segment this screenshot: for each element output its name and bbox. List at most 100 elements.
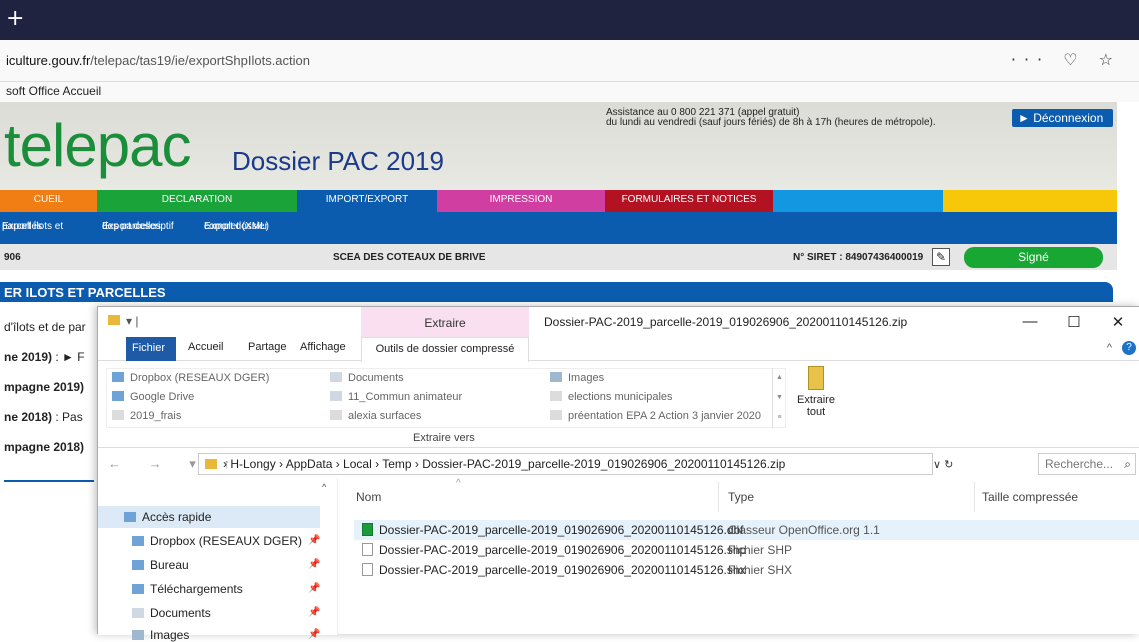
dossier-title: Dossier PAC 2019 bbox=[232, 146, 444, 176]
desktop-icon bbox=[132, 560, 144, 570]
nav-acces-rapide[interactable]: Accès rapide bbox=[124, 510, 211, 524]
page-line-3: mpagne 2019) bbox=[4, 380, 85, 394]
menu-item-1[interactable]: DECLARATION bbox=[97, 190, 297, 212]
new-tab-button[interactable]: + bbox=[6, 6, 24, 31]
address-bar[interactable]: › H-Longy › AppData › Local › Temp › Dos… bbox=[198, 453, 933, 475]
nav-documents[interactable]: Documents 📌 bbox=[132, 606, 320, 620]
extract-context-tab[interactable]: Extraire bbox=[361, 307, 529, 337]
documents-icon bbox=[132, 608, 144, 618]
page-line-2[interactable]: ne 2019) : ► F bbox=[4, 350, 85, 364]
dropbox-icon bbox=[112, 372, 124, 382]
gallery-scrollbar[interactable]: ▲ ▼ ≡ bbox=[772, 368, 786, 428]
file-row-dbf[interactable]: Dossier-PAC-2019_parcelle-2019_019026906… bbox=[354, 520, 1139, 540]
dest-google-drive[interactable]: Google Drive bbox=[112, 391, 194, 403]
dossier-info-bar: 906 SCEA DES COTEAUX DE BRIVE N° SIRET :… bbox=[0, 244, 1117, 270]
url-host: iculture.gouv.fr bbox=[6, 53, 91, 68]
documents-icon bbox=[330, 372, 342, 382]
folder-icon bbox=[330, 410, 342, 420]
column-separator[interactable] bbox=[974, 482, 975, 512]
dest-commun-animateur[interactable]: 11_Commun animateur bbox=[330, 391, 462, 403]
pin-icon: 📌 bbox=[308, 629, 321, 640]
tab-fichier[interactable]: Fichier bbox=[126, 337, 176, 361]
url-text[interactable]: iculture.gouv.fr/telepac/tas19/ie/export… bbox=[6, 53, 310, 68]
menu-item-5[interactable] bbox=[773, 190, 943, 212]
help-icon[interactable]: ? bbox=[1122, 341, 1136, 355]
nav-telechargements[interactable]: Téléchargements 📌 bbox=[132, 582, 320, 596]
page-line-1: d'îlots et de par bbox=[4, 320, 86, 334]
header-banner: telepac Dossier PAC 2019 Assistance au 0… bbox=[0, 102, 1117, 190]
sort-ascending-icon: ^ bbox=[456, 478, 461, 489]
tab-partage[interactable]: Partage bbox=[248, 341, 287, 353]
bookmark-office-accueil[interactable]: soft Office Accueil bbox=[6, 84, 101, 98]
extract-all-button[interactable]: Extraire tout bbox=[788, 364, 844, 430]
nav-bureau[interactable]: Bureau 📌 bbox=[132, 558, 320, 572]
search-input[interactable]: Recherche... ⌕ bbox=[1038, 453, 1136, 475]
url-path: /telepac/tas19/ie/exportShpIlots.action bbox=[90, 53, 310, 68]
images-icon bbox=[132, 630, 144, 640]
tab-accueil[interactable]: Accueil bbox=[188, 341, 223, 353]
dropbox-icon bbox=[132, 536, 144, 546]
nav-images[interactable]: Images 📌 bbox=[132, 628, 320, 642]
ribbon-panel: Dropbox (RESEAUX DGER) Google Drive 2019… bbox=[98, 362, 1139, 448]
menu-item-3[interactable]: IMPRESSION bbox=[437, 190, 605, 212]
pin-icon: 📌 bbox=[308, 559, 321, 570]
file-list: ^ Nom Type Taille compressée Dossier-PAC… bbox=[346, 478, 1139, 635]
dest-documents[interactable]: Documents bbox=[330, 372, 404, 384]
column-separator[interactable] bbox=[718, 482, 719, 512]
ribbon-tabs: Fichier Accueil Partage Affichage Outils… bbox=[98, 337, 1139, 362]
star-icon bbox=[124, 512, 136, 522]
column-header-name[interactable]: Nom bbox=[356, 490, 381, 504]
window-title: Dossier-PAC-2019_parcelle-2019_019026906… bbox=[544, 315, 908, 329]
logout-button[interactable]: ► Déconnexion bbox=[1012, 109, 1113, 127]
minimize-button[interactable]: — bbox=[1008, 307, 1052, 337]
close-button[interactable]: ✕ bbox=[1096, 307, 1139, 337]
tab-outils-dossier-compresse[interactable]: Outils de dossier compressé bbox=[361, 337, 529, 362]
dest-images[interactable]: Images bbox=[550, 372, 604, 384]
dest-2019-frais[interactable]: 2019_frais bbox=[112, 410, 181, 422]
download-icon bbox=[132, 584, 144, 594]
menu-item-6[interactable] bbox=[943, 190, 1117, 212]
company-name: SCEA DES COTEAUX DE BRIVE bbox=[333, 252, 486, 263]
collapse-ribbon-icon[interactable]: ^ bbox=[1107, 342, 1112, 354]
nav-dropbox[interactable]: Dropbox (RESEAUX DGER) 📌 bbox=[132, 534, 320, 548]
siret-number: N° SIRET : 84907436400019 bbox=[793, 252, 924, 263]
quick-access-toolbar[interactable]: ▾ | bbox=[108, 314, 138, 328]
browser-url-bar[interactable]: iculture.gouv.fr/telepac/tas19/ie/export… bbox=[0, 40, 1139, 82]
file-name: Dossier-PAC-2019_parcelle-2019_019026906… bbox=[362, 543, 746, 557]
folder-icon bbox=[330, 391, 342, 401]
file-row-shx[interactable]: Dossier-PAC-2019_parcelle-2019_019026906… bbox=[354, 560, 1139, 580]
tab-affichage[interactable]: Affichage bbox=[300, 341, 346, 353]
explorer-title-bar[interactable]: ▾ | Extraire Dossier-PAC-2019_parcelle-2… bbox=[98, 307, 1139, 337]
sub-menu: Export îlots et parcelles Export descript… bbox=[0, 212, 1117, 244]
pin-icon: 📌 bbox=[308, 607, 321, 618]
column-header-size[interactable]: Taille compressée bbox=[982, 490, 1078, 504]
page-line-4: ne 2018) : Pas bbox=[4, 410, 83, 424]
file-name: Dossier-PAC-2019_parcelle-2019_019026906… bbox=[362, 563, 746, 577]
menu-item-2[interactable]: IMPORT/EXPORT bbox=[297, 190, 437, 212]
dest-dropbox[interactable]: Dropbox (RESEAUX DGER) bbox=[112, 372, 269, 384]
dest-alexia-surfaces[interactable]: alexia surfaces bbox=[330, 410, 421, 422]
nav-scroll-up-icon[interactable]: ^ bbox=[322, 482, 334, 492]
file-type: Fichier SHP bbox=[728, 543, 793, 557]
address-dropdown-icon[interactable]: ∨ ↻ bbox=[933, 458, 953, 471]
main-menu: CUEIL DECLARATION IMPORT/EXPORT IMPRESSION F… bbox=[0, 190, 1117, 212]
zip-icon bbox=[808, 366, 824, 390]
browser-toolbar-icons[interactable]: ··· ♡ ☆ bbox=[1011, 50, 1121, 69]
edit-icon[interactable]: ✎ bbox=[932, 248, 950, 266]
folder-icon bbox=[205, 459, 217, 469]
images-icon bbox=[550, 372, 562, 382]
dest-presentation-epa[interactable]: préentation EPA 2 Action 3 janvier 2020 bbox=[550, 410, 761, 422]
file-row-shp[interactable]: Dossier-PAC-2019_parcelle-2019_019026906… bbox=[354, 540, 1139, 560]
file-type: Classeur OpenOffice.org 1.1 bbox=[728, 523, 880, 537]
folder-icon bbox=[108, 315, 120, 325]
column-header-type[interactable]: Type bbox=[728, 490, 754, 504]
file-explorer-window: ▾ | Extraire Dossier-PAC-2019_parcelle-2… bbox=[97, 306, 1139, 642]
file-icon bbox=[362, 563, 373, 576]
pin-icon: 📌 bbox=[308, 535, 321, 546]
dest-elections[interactable]: elections municipales bbox=[550, 391, 673, 403]
menu-item-0[interactable]: CUEIL bbox=[0, 190, 97, 212]
menu-item-4[interactable]: FORMULAIRES ET NOTICES bbox=[605, 190, 773, 212]
folder-icon bbox=[550, 410, 562, 420]
google-drive-icon bbox=[112, 391, 124, 401]
maximize-button[interactable]: ☐ bbox=[1052, 307, 1096, 337]
